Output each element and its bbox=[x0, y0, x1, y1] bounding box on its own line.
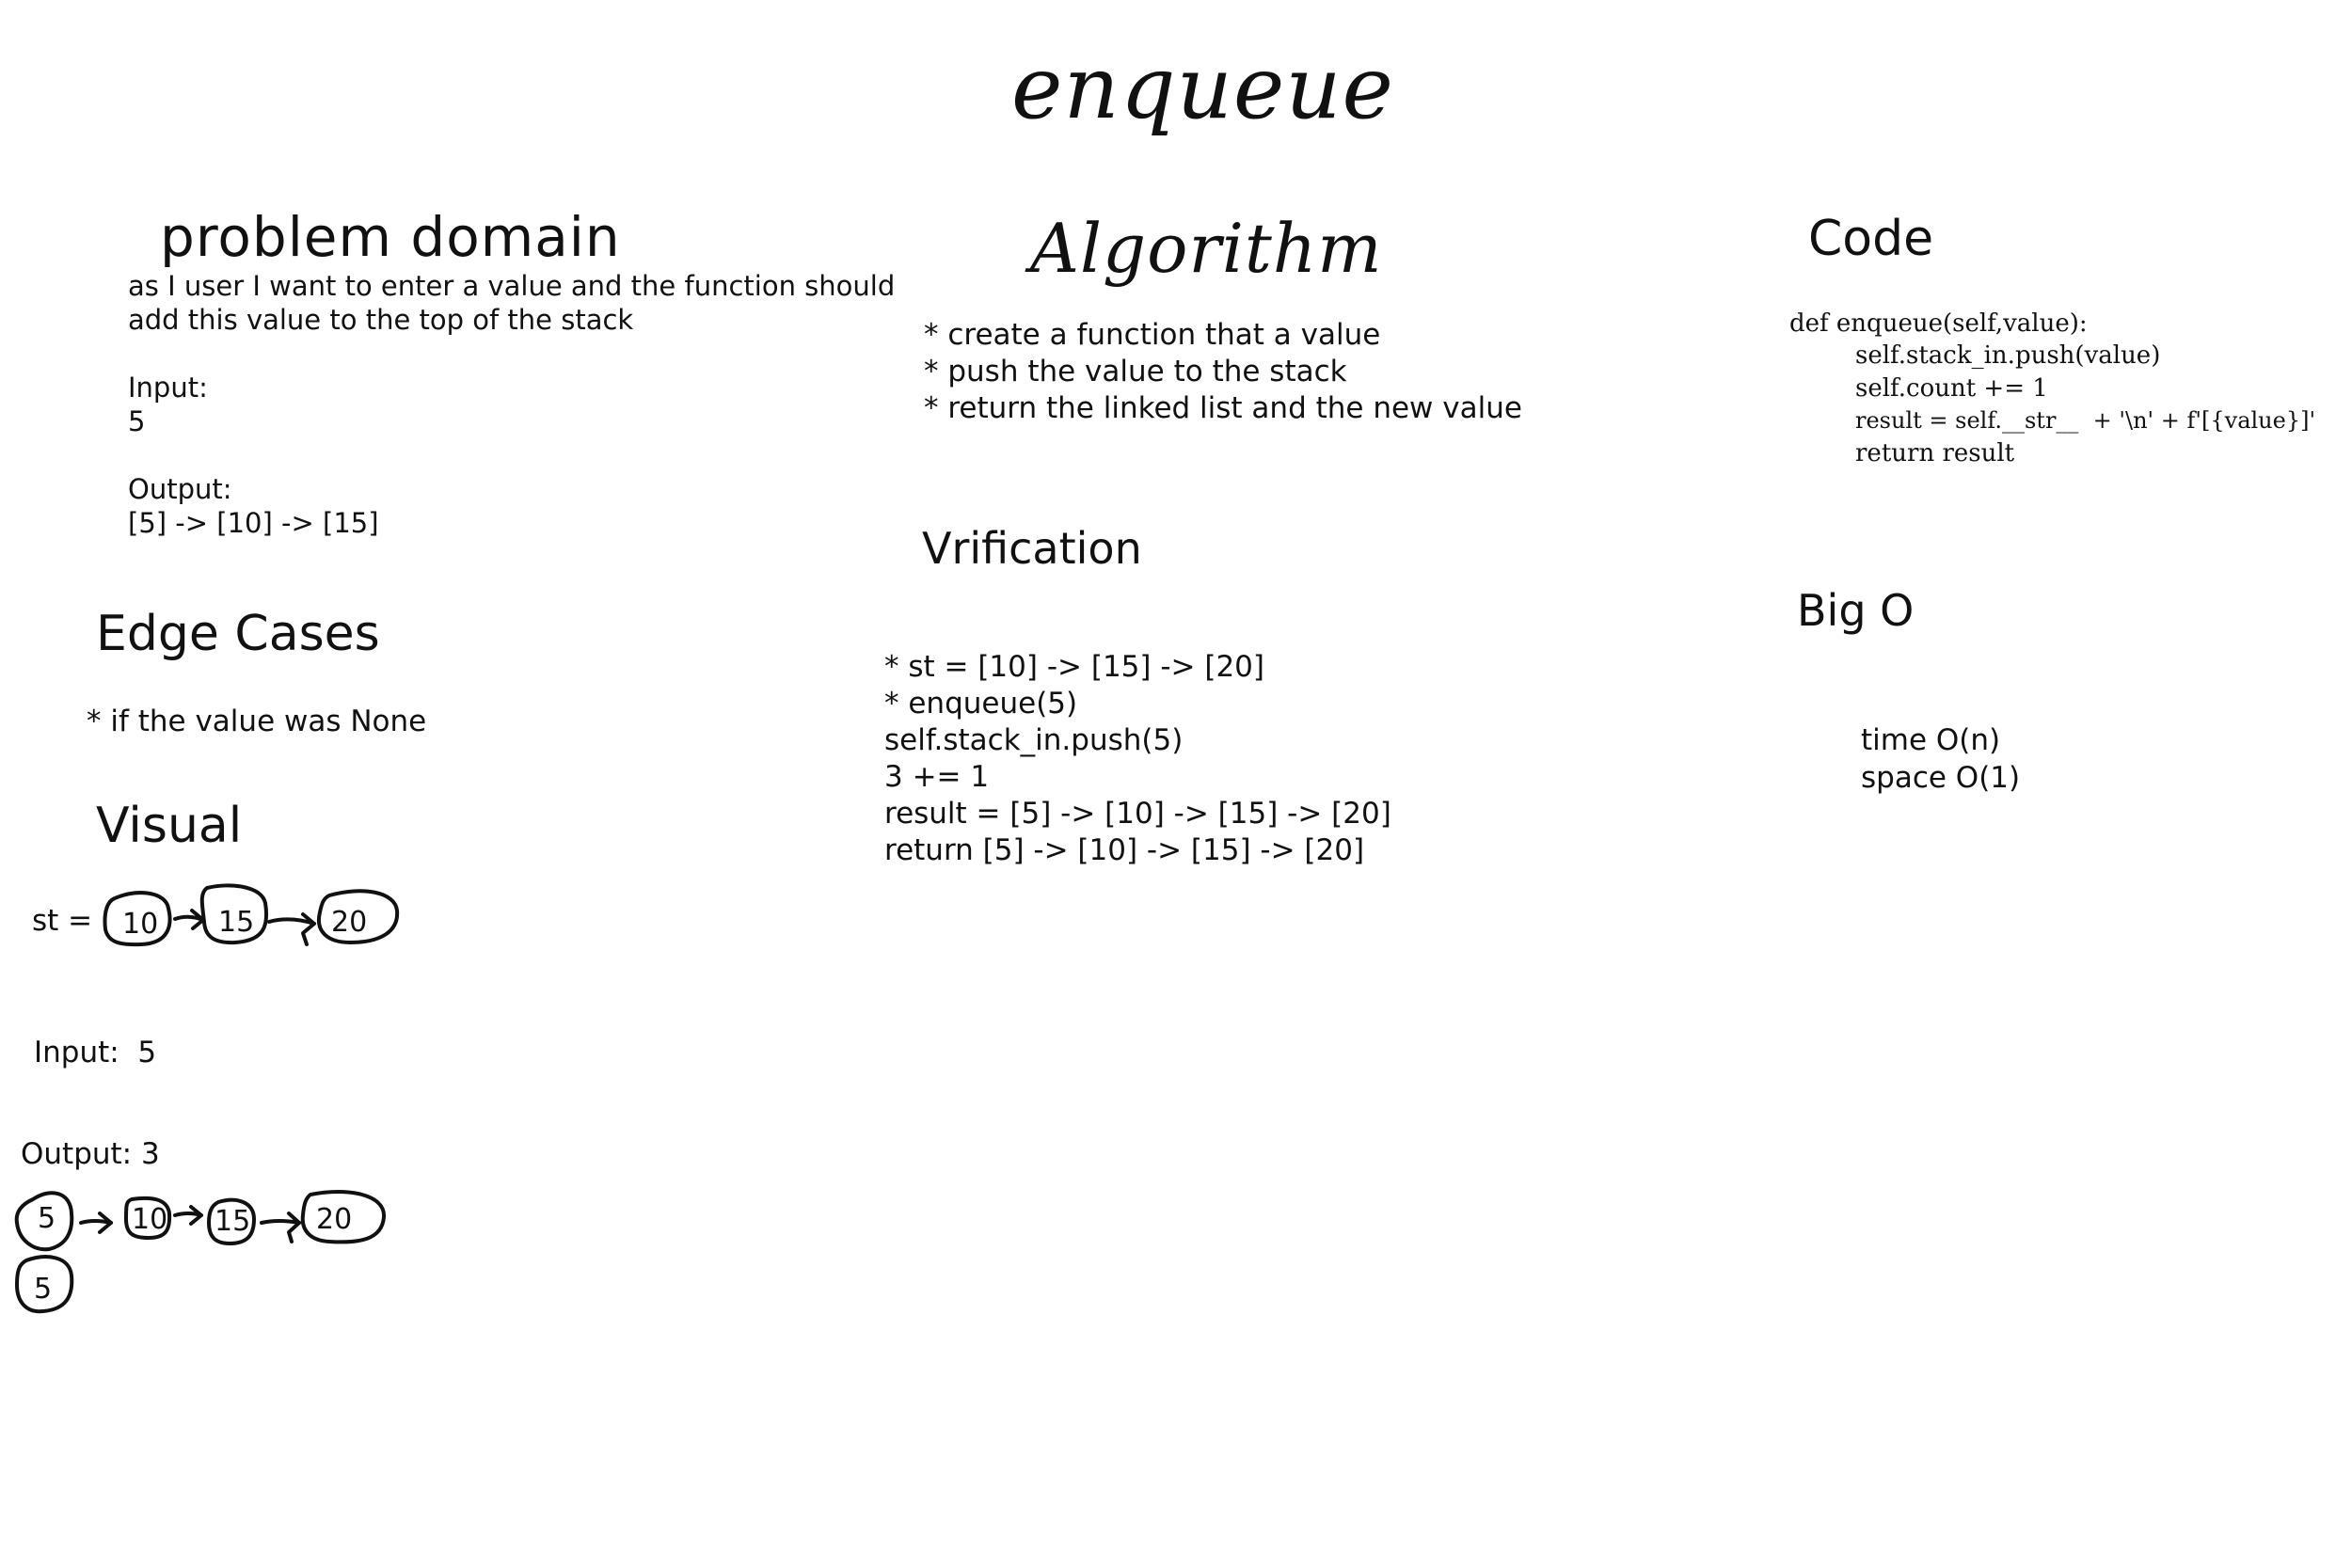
code-heading: Code bbox=[1808, 211, 1934, 267]
code-line-5: return result bbox=[1855, 439, 2015, 467]
st-node-20-label: 20 bbox=[331, 906, 367, 939]
algorithm-step-1: * create a function that a value bbox=[924, 318, 1381, 352]
verification-line-4: 3 += 1 bbox=[884, 760, 990, 794]
algorithm-step-2: * push the value to the stack bbox=[924, 355, 1347, 388]
out-node-15-label: 15 bbox=[215, 1205, 250, 1238]
out-arrow-3-head bbox=[287, 1212, 301, 1243]
extra-node-5-label: 5 bbox=[34, 1273, 52, 1306]
verification-line-6: return [5] -> [10] -> [15] -> [20] bbox=[884, 833, 1365, 867]
st-arrow-2-head bbox=[301, 912, 316, 946]
verification-line-2: * enqueue(5) bbox=[884, 687, 1078, 721]
verification-line-5: result = [5] -> [10] -> [15] -> [20] bbox=[884, 797, 1391, 831]
code-line-3: self.count += 1 bbox=[1855, 374, 2048, 403]
st-node-10-label: 10 bbox=[122, 908, 158, 941]
verification-heading: Vrification bbox=[922, 523, 1142, 574]
verification-line-3: self.stack_in.push(5) bbox=[884, 723, 1184, 757]
big-o-heading: Big O bbox=[1797, 585, 1915, 636]
visual-output-text: Output: 3 bbox=[21, 1137, 160, 1171]
algorithm-step-3: * return the linked list and the new val… bbox=[924, 391, 1522, 425]
verification-line-1: * st = [10] -> [15] -> [20] bbox=[884, 650, 1264, 684]
out-arrow-3 bbox=[260, 1219, 301, 1225]
st-node-15-label: 15 bbox=[218, 906, 254, 939]
code-line-2: self.stack_in.push(value) bbox=[1855, 341, 2161, 370]
out-node-10-label: 10 bbox=[132, 1203, 167, 1236]
code-line-4: result = self.__str__ + '\n' + f'[{value… bbox=[1855, 407, 2316, 434]
big-o-time: time O(n) bbox=[1861, 723, 2001, 757]
code-line-1: def enqueue(self,value): bbox=[1789, 309, 2088, 338]
out-node-5-label: 5 bbox=[38, 1202, 56, 1235]
visual-input-text: Input: 5 bbox=[34, 1036, 157, 1069]
out-node-20-label: 20 bbox=[316, 1203, 352, 1236]
big-o-space: space O(1) bbox=[1861, 761, 2021, 795]
algorithm-heading: Algorithm bbox=[1030, 209, 1383, 288]
